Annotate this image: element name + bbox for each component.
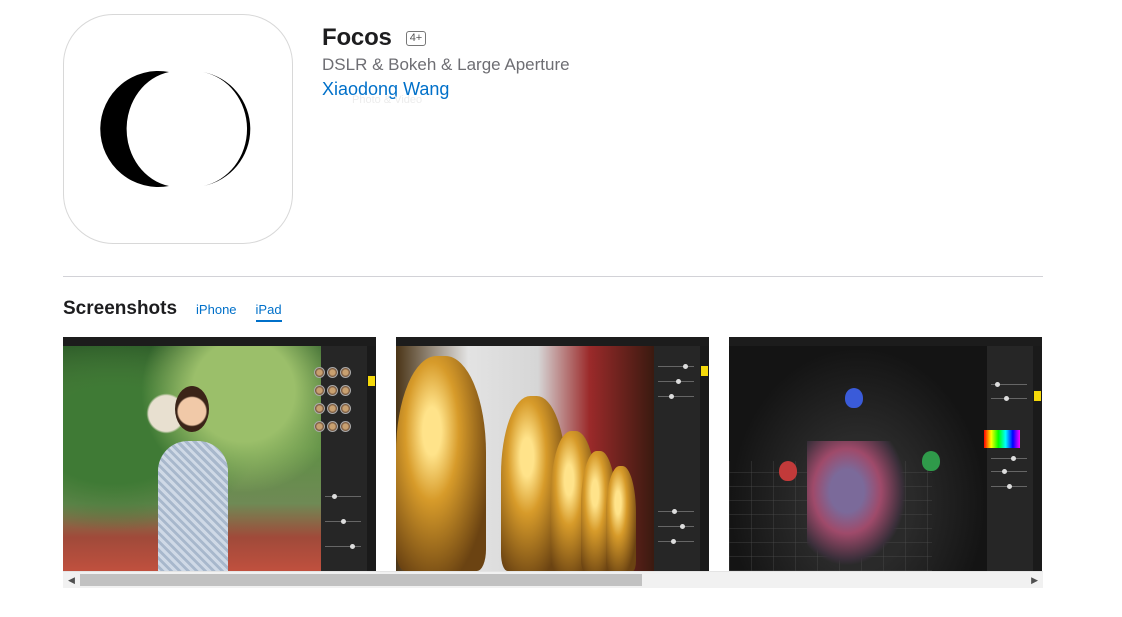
statue: [396, 356, 486, 571]
screenshots-header: Screenshots iPhone iPad: [63, 298, 282, 322]
panel-slider: [658, 509, 694, 514]
screenshot-photo: [63, 346, 321, 571]
screenshot-toolbar: [396, 337, 709, 346]
screenshot-3[interactable]: [729, 337, 1042, 571]
app-subtitle: DSLR & Bokeh & Large Aperture: [322, 55, 570, 74]
panel-slider: [658, 539, 694, 544]
point-cloud: [807, 441, 907, 566]
screenshot-toolbar: [63, 337, 376, 346]
tool-rail: [367, 346, 376, 571]
lens-presets: [313, 366, 353, 438]
panel-slider: [325, 544, 361, 549]
triangle-right-icon[interactable]: ▶: [1031, 575, 1038, 585]
settings-panel: [984, 346, 1033, 571]
scrollbar-thumb[interactable]: [80, 574, 642, 586]
person-head: [175, 386, 209, 432]
settings-panel: [654, 346, 700, 571]
panel-slider: [658, 394, 694, 399]
app-title: Focos: [322, 24, 392, 51]
panel-slider: [325, 519, 361, 524]
screenshot-photo: [396, 346, 654, 571]
category-text: Photo & Video: [352, 94, 423, 106]
panel-slider: [991, 456, 1027, 461]
screenshot-1[interactable]: [63, 337, 376, 571]
section-divider: [63, 276, 1043, 277]
app-icon: [63, 14, 293, 244]
person-dress: [158, 441, 228, 571]
triangle-left-icon[interactable]: ◀: [68, 575, 75, 585]
light-bulb-icon: [779, 461, 797, 481]
light-bulb-icon: [845, 388, 863, 408]
tool-rail: [700, 346, 709, 571]
color-picker: [984, 430, 1020, 448]
panel-slider: [658, 379, 694, 384]
screenshots-title: Screenshots: [63, 298, 178, 319]
panel-slider: [325, 494, 361, 499]
screenshot-toolbar: [729, 337, 1042, 346]
statue: [606, 466, 636, 571]
panel-slider: [991, 484, 1027, 489]
settings-panel: [314, 346, 367, 571]
panel-slider: [991, 382, 1027, 387]
screenshot-photo: [729, 346, 987, 571]
title-row: Focos 4+: [322, 24, 427, 52]
panel-slider: [991, 469, 1027, 474]
panel-slider: [658, 364, 694, 369]
age-rating-badge: 4+: [405, 30, 427, 46]
tab-iphone[interactable]: iPhone: [196, 302, 236, 320]
panel-slider: [658, 524, 694, 529]
light-bulb-icon: [922, 451, 940, 471]
tool-rail: [1033, 346, 1042, 571]
tab-ipad[interactable]: iPad: [255, 302, 282, 322]
screenshots-scrollbar[interactable]: ◀ ▶: [63, 571, 1043, 588]
screenshot-2[interactable]: [396, 337, 709, 571]
panel-slider: [991, 396, 1027, 401]
half-moon-logo-icon: [100, 71, 251, 187]
